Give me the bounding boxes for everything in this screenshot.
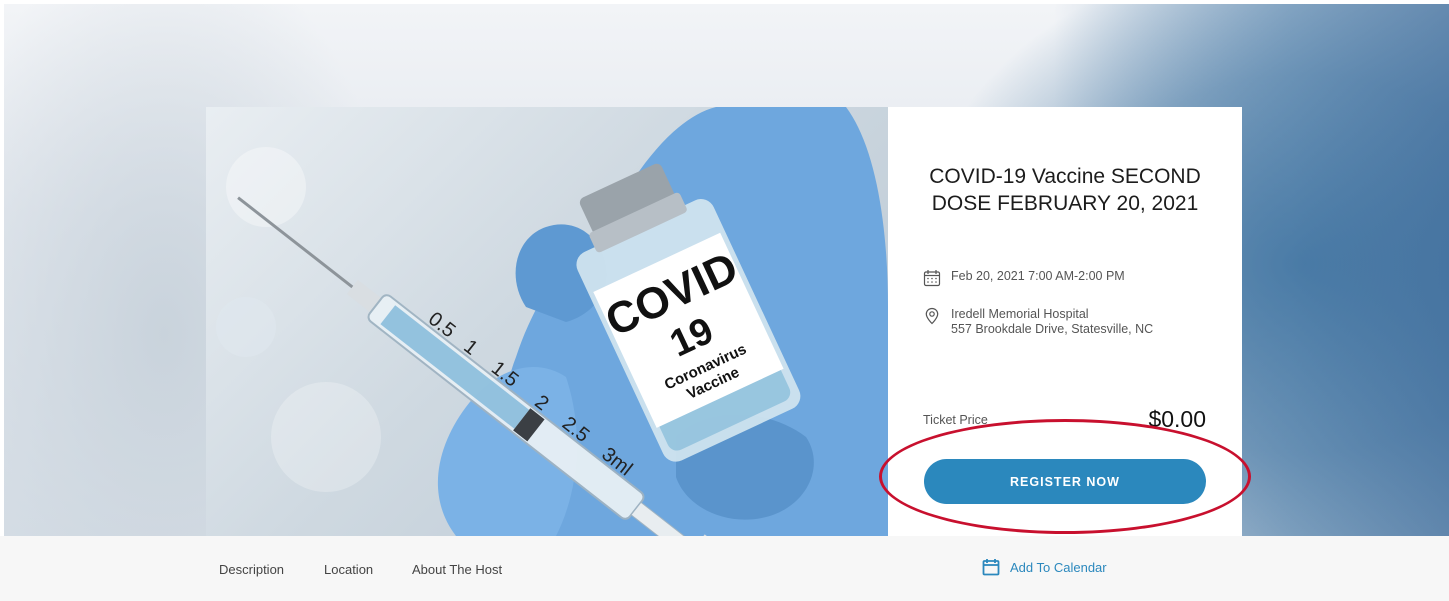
- event-subnav: Description Location About The Host Add …: [0, 536, 1449, 601]
- add-to-calendar-link[interactable]: Add To Calendar: [982, 558, 1107, 576]
- map-pin-icon: [925, 307, 939, 325]
- register-now-button[interactable]: REGISTER NOW: [924, 459, 1206, 504]
- event-location-row: Iredell Memorial Hospital 557 Brookdale …: [923, 307, 1153, 337]
- vaccine-illustration: COVID 19 Coronavirus Vaccine 0.5 1 1.5 2…: [216, 107, 888, 536]
- location-name: Iredell Memorial Hospital: [951, 307, 1089, 321]
- ticket-price: $0.00: [1148, 406, 1206, 432]
- event-datetime: Feb 20, 2021 7:00 AM-2:00 PM: [951, 269, 1125, 283]
- event-image: COVID 19 Coronavirus Vaccine 0.5 1 1.5 2…: [206, 107, 888, 536]
- ticket-price-label: Ticket Price: [923, 413, 988, 427]
- add-to-calendar-label: Add To Calendar: [1010, 559, 1107, 575]
- tab-location[interactable]: Location: [324, 562, 373, 577]
- calendar-icon: [982, 559, 1000, 576]
- location-address: 557 Brookdale Drive, Statesville, NC: [951, 322, 1154, 336]
- tab-description[interactable]: Description: [219, 562, 284, 577]
- event-title: COVID-19 Vaccine SECOND DOSE FEBRUARY 20…: [929, 165, 1201, 215]
- event-date-row: Feb 20, 2021 7:00 AM-2:00 PM: [923, 269, 1125, 287]
- calendar-icon: [923, 270, 941, 287]
- tab-about-host[interactable]: About The Host: [412, 562, 502, 577]
- event-info-card: COVID-19 Vaccine SECOND DOSE FEBRUARY 20…: [888, 107, 1242, 536]
